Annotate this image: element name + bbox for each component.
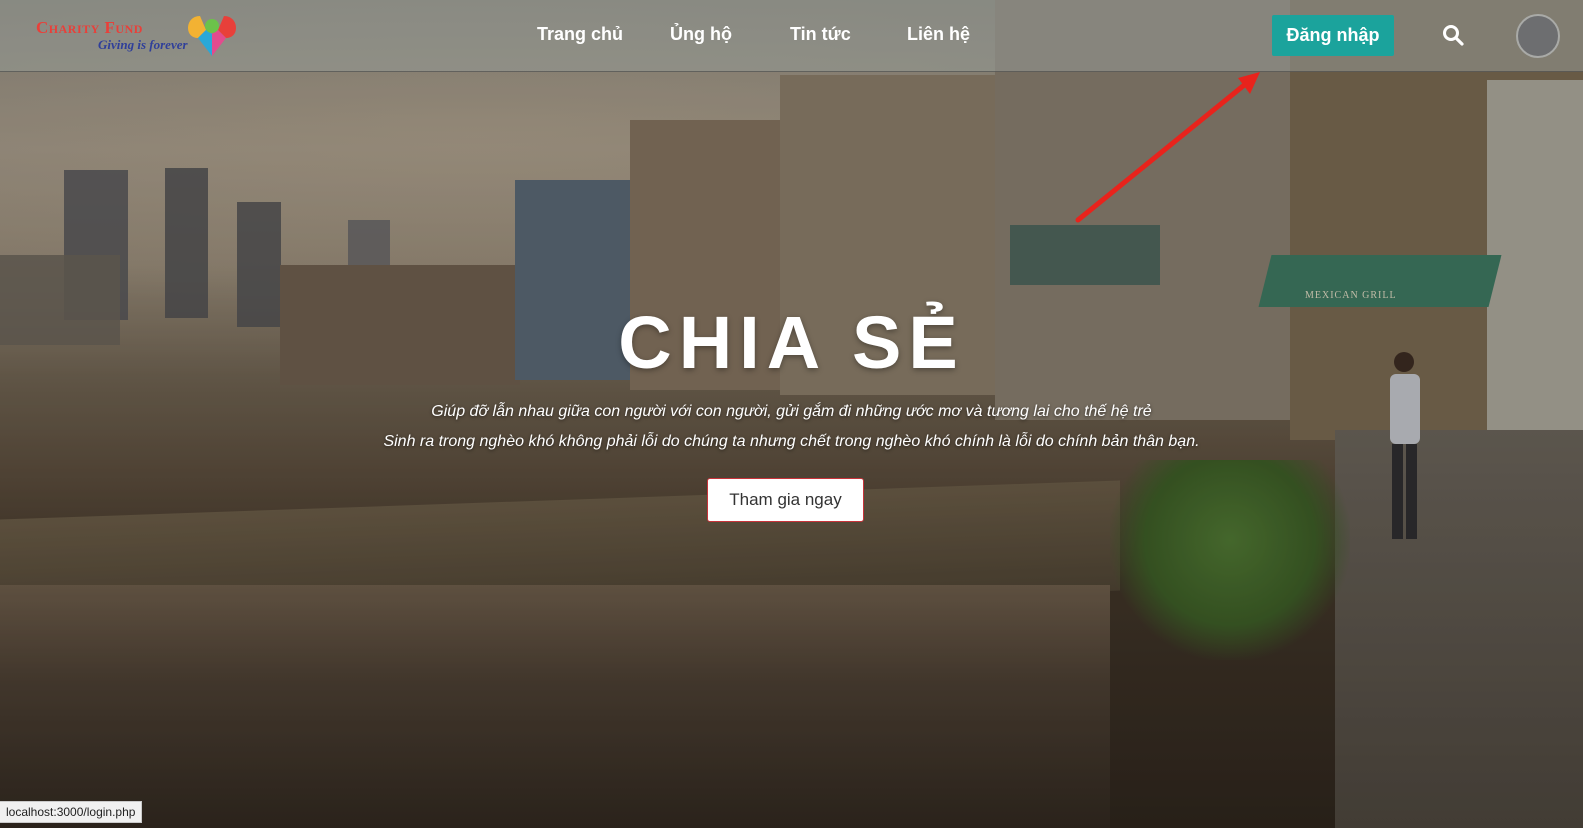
search-icon[interactable]: [1442, 24, 1464, 46]
user-avatar[interactable]: [1516, 14, 1560, 58]
brand-tagline: Giving is forever: [98, 37, 188, 52]
hero-subtitle-line-2: Sinh ra trong nghèo khó không phải lỗi d…: [383, 433, 1200, 450]
nav-item-donate[interactable]: Ủng hộ: [670, 24, 732, 45]
hero-title: CHIA SẺ: [618, 301, 965, 384]
hero-subtitle-line-1: Giúp đỡ lẫn nhau giữa con người với con …: [431, 403, 1152, 420]
status-bar-url: localhost:3000/login.php: [0, 801, 143, 823]
nav-item-contact[interactable]: Liên hệ: [907, 24, 970, 45]
brand-logo[interactable]: Charity Fund Giving is forever: [36, 12, 241, 58]
navbar: Charity Fund Giving is forever Trang chủ…: [0, 0, 1583, 72]
nav-item-home[interactable]: Trang chủ: [537, 24, 623, 45]
page: MEXICAN GRILL Charity Fund Giving is for…: [0, 0, 1583, 828]
login-button[interactable]: Đăng nhập: [1272, 15, 1394, 56]
heart-puzzle-icon: [188, 16, 236, 56]
join-now-button[interactable]: Tham gia ngay: [707, 478, 864, 522]
brand-name: Charity Fund: [36, 18, 143, 37]
nav-item-news[interactable]: Tin tức: [790, 24, 851, 45]
